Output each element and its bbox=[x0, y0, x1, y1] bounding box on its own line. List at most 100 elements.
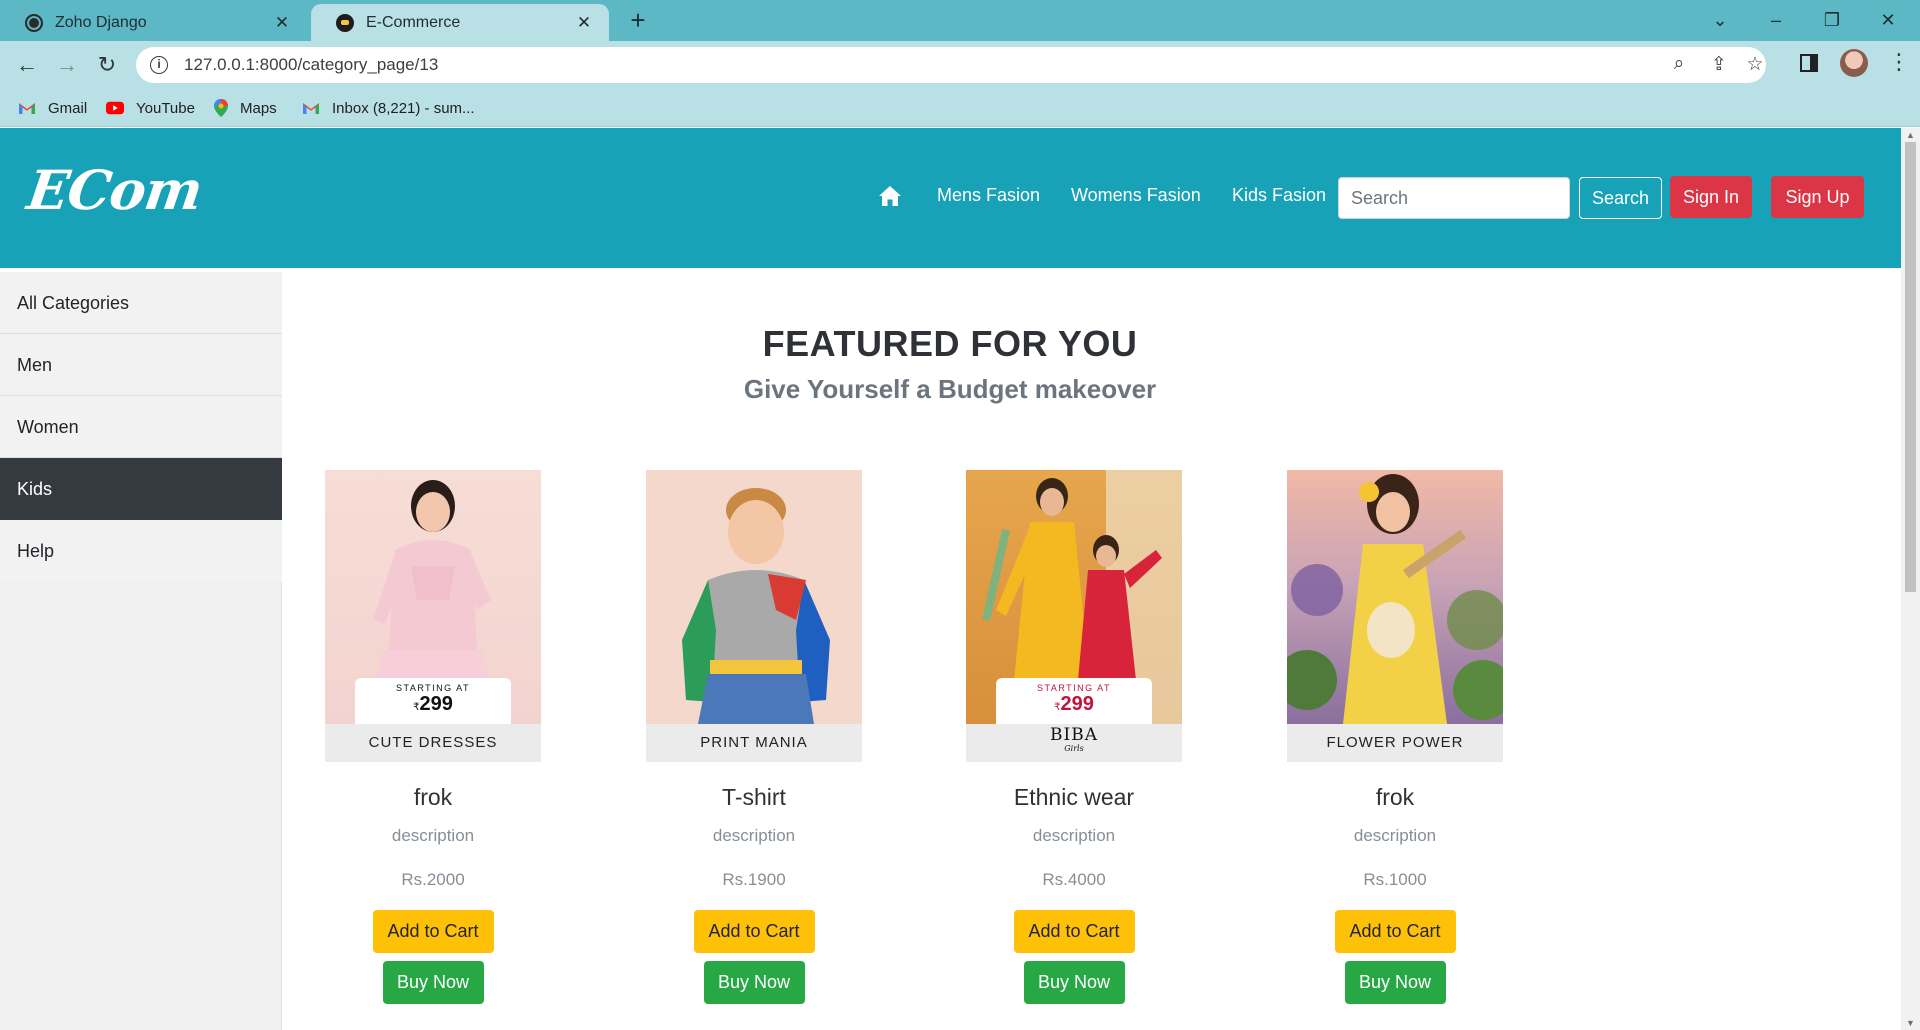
bookmark-star-icon[interactable]: ☆ bbox=[1742, 53, 1768, 77]
scroll-up-arrow-icon[interactable]: ▲ bbox=[1905, 130, 1916, 140]
boy-tshirt-illustration bbox=[682, 488, 830, 724]
bookmarks-bar: Gmail YouTube Maps Inbox (8,221) - sum..… bbox=[0, 89, 1920, 127]
scrollbar-thumb[interactable] bbox=[1905, 142, 1916, 592]
scroll-down-arrow-icon[interactable]: ▼ bbox=[1905, 1018, 1916, 1028]
bookmark-maps[interactable]: Maps bbox=[214, 95, 277, 121]
sign-in-button[interactable]: Sign In bbox=[1670, 176, 1752, 218]
restore-icon[interactable]: ❐ bbox=[1812, 6, 1852, 34]
share-icon[interactable]: ⇪ bbox=[1706, 53, 1732, 77]
add-to-cart-button[interactable]: Add to Cart bbox=[372, 910, 494, 953]
window-close-icon[interactable]: ✕ bbox=[1868, 6, 1908, 34]
product-banner-logo: BIBA Girls bbox=[966, 724, 1182, 762]
product-price: Rs.2000 bbox=[401, 870, 465, 889]
bookmark-youtube[interactable]: YouTube bbox=[106, 95, 195, 121]
product-image[interactable]: STARTING AT ₹299 bbox=[966, 470, 1182, 724]
home-icon[interactable] bbox=[878, 185, 902, 207]
girl-ukulele-illustration bbox=[1287, 474, 1503, 724]
featured-subheading: Give Yourself a Budget makeover bbox=[743, 374, 1157, 404]
brand-logo[interactable]: ECom bbox=[24, 158, 206, 222]
gmail-icon bbox=[19, 103, 35, 114]
buy-now-button[interactable]: Buy Now bbox=[1023, 961, 1125, 1004]
search-input[interactable] bbox=[1338, 177, 1570, 219]
product-image[interactable] bbox=[646, 470, 862, 724]
bookmark-label: YouTube bbox=[136, 99, 195, 117]
product-name: frok bbox=[1375, 784, 1415, 810]
close-icon[interactable]: ✕ bbox=[573, 12, 595, 34]
tab-title: Zoho Django bbox=[55, 13, 147, 31]
tag-label: STARTING AT bbox=[395, 683, 470, 693]
product-price: Rs.1000 bbox=[1363, 870, 1427, 889]
address-bar[interactable]: i 127.0.0.1:8000/category_page/13 ⌕ ⇪ ☆ bbox=[136, 47, 1766, 83]
nav-link-kids-fasion[interactable]: Kids Fasion bbox=[1232, 185, 1326, 206]
add-to-cart-button[interactable]: Add to Cart bbox=[1334, 910, 1456, 953]
forward-arrow-icon[interactable]: → bbox=[52, 50, 82, 80]
category-sidebar: All Categories Men Women Kids Help bbox=[0, 268, 282, 1030]
browser-tab-zoho-django[interactable]: Zoho Django ✕ bbox=[0, 4, 307, 41]
product-card: STARTING AT ₹299 CUTE DRESSES frok descr… bbox=[325, 470, 541, 1004]
sidebar-item-men[interactable]: Men bbox=[0, 334, 282, 396]
sidebar-item-kids[interactable]: Kids bbox=[0, 458, 282, 520]
tag-label: STARTING AT bbox=[1036, 683, 1111, 693]
sidebar-item-women[interactable]: Women bbox=[0, 396, 282, 458]
site-navbar: ECom Mens Fasion Womens Fasion Kids Fasi… bbox=[0, 128, 1901, 268]
search-button[interactable]: Search bbox=[1579, 177, 1662, 219]
product-price: Rs.1900 bbox=[722, 870, 786, 889]
sidebar-item-help[interactable]: Help bbox=[0, 520, 282, 582]
gmail-icon bbox=[303, 103, 319, 114]
menu-kebab-icon[interactable]: ⋮ bbox=[1888, 49, 1910, 81]
add-to-cart-button[interactable]: Add to Cart bbox=[693, 910, 815, 953]
browser-toolbar: ← → ↻ i 127.0.0.1:8000/category_page/13 … bbox=[0, 41, 1920, 89]
youtube-icon bbox=[106, 101, 124, 115]
back-arrow-icon[interactable]: ← bbox=[12, 50, 42, 80]
biba-logo: BIBA Girls bbox=[1050, 725, 1098, 753]
maps-pin-icon bbox=[214, 99, 228, 117]
tag-price: ₹299 bbox=[413, 693, 453, 715]
product-image[interactable]: STARTING AT ₹299 bbox=[325, 470, 541, 724]
zoom-icon[interactable]: ⌕ bbox=[1666, 53, 1692, 77]
reload-icon[interactable]: ↻ bbox=[92, 50, 122, 80]
product-card: STARTING AT ₹299 BIBA Girls Ethnic wear d… bbox=[966, 470, 1182, 1004]
buy-now-button[interactable]: Buy Now bbox=[1344, 961, 1446, 1004]
product-description: description bbox=[712, 826, 796, 845]
browser-tab-ecommerce[interactable]: E-Commerce ✕ bbox=[311, 4, 609, 41]
product-name: frok bbox=[413, 784, 453, 810]
product-name: Ethnic wear bbox=[1013, 784, 1135, 810]
add-to-cart-button[interactable]: Add to Cart bbox=[1013, 910, 1135, 953]
url-text[interactable]: 127.0.0.1:8000/category_page/13 bbox=[184, 55, 438, 75]
site-favicon-icon bbox=[336, 13, 354, 32]
new-tab-icon[interactable]: + bbox=[624, 7, 652, 35]
product-card: FLOWER POWER frok description Rs.1000 Ad… bbox=[1287, 470, 1503, 1004]
product-image[interactable] bbox=[1287, 470, 1503, 724]
product-description: description bbox=[1032, 826, 1116, 845]
buy-now-button[interactable]: Buy Now bbox=[703, 961, 805, 1004]
product-card: PRINT MANIA T-shirt description Rs.1900 … bbox=[646, 470, 862, 1004]
product-name: T-shirt bbox=[722, 784, 786, 810]
product-banner: PRINT MANIA bbox=[646, 724, 862, 762]
product-description: description bbox=[391, 826, 475, 845]
bookmark-gmail[interactable]: Gmail bbox=[18, 95, 87, 121]
sidebar-item-all-categories[interactable]: All Categories bbox=[0, 272, 282, 334]
tab-search-chevron-icon[interactable]: ⌄ bbox=[1700, 6, 1740, 34]
bookmark-label: Maps bbox=[240, 99, 277, 117]
price-tag: STARTING AT ₹299 bbox=[355, 678, 511, 724]
nav-link-mens-fasion[interactable]: Mens Fasion bbox=[937, 185, 1040, 206]
tag-price: ₹299 bbox=[1054, 693, 1094, 715]
featured-heading: FEATURED FOR YOU bbox=[762, 323, 1138, 364]
bookmark-inbox[interactable]: Inbox (8,221) - sum... bbox=[302, 95, 475, 121]
product-description: description bbox=[1353, 826, 1437, 845]
buy-now-button[interactable]: Buy Now bbox=[382, 961, 484, 1004]
page-scrollbar[interactable]: ▲ ▼ bbox=[1901, 128, 1920, 1030]
side-panel-icon[interactable] bbox=[1800, 54, 1818, 72]
close-icon[interactable]: ✕ bbox=[271, 12, 293, 34]
globe-icon bbox=[25, 13, 43, 32]
nav-link-womens-fasion[interactable]: Womens Fasion bbox=[1071, 185, 1201, 206]
tab-title: E-Commerce bbox=[366, 13, 461, 31]
sign-up-button[interactable]: Sign Up bbox=[1771, 176, 1864, 218]
profile-avatar[interactable] bbox=[1840, 49, 1868, 77]
bookmark-label: Gmail bbox=[48, 99, 88, 117]
product-price: Rs.4000 bbox=[1042, 870, 1106, 889]
site-info-icon[interactable]: i bbox=[150, 56, 168, 74]
product-banner: CUTE DRESSES bbox=[325, 724, 541, 762]
minimize-icon[interactable]: – bbox=[1756, 6, 1796, 34]
product-banner: FLOWER POWER bbox=[1287, 724, 1503, 762]
